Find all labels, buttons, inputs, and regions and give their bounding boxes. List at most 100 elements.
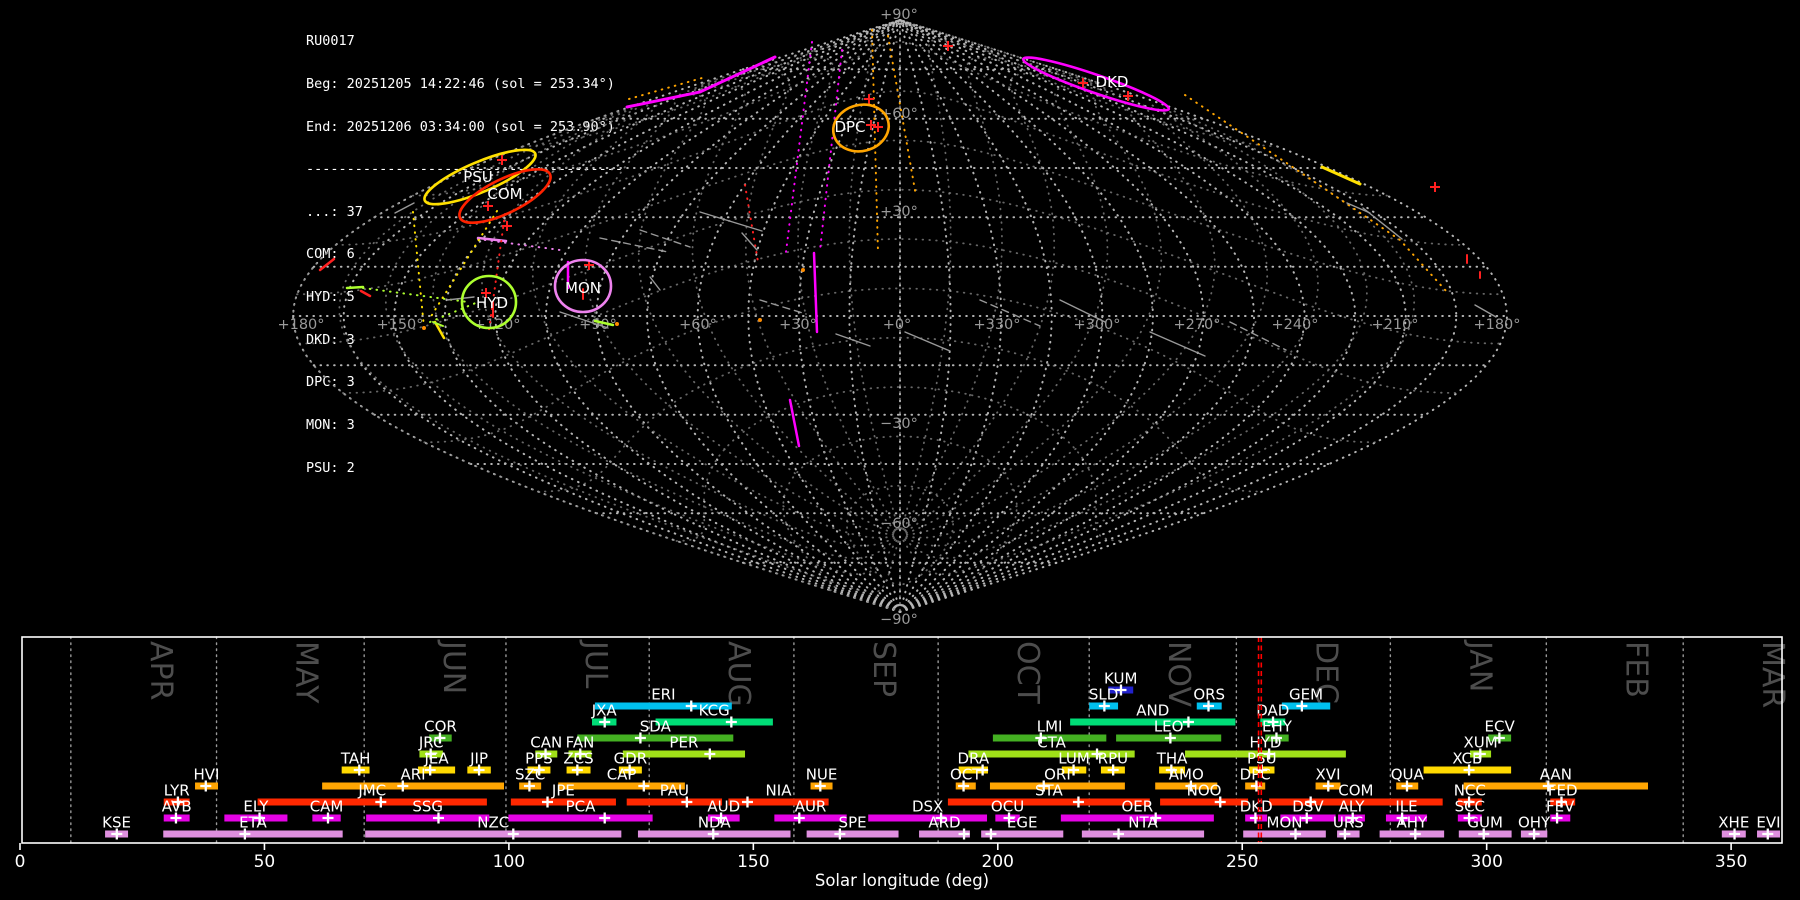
shower-activity-bar (577, 734, 734, 742)
shower-label: SDA (640, 718, 672, 736)
radiant-mon: MON (553, 258, 613, 314)
chart-frame (21, 636, 1783, 844)
radiant-label: MON (565, 279, 601, 297)
graticule2-meridian (584, 97, 895, 536)
shower-label: RPU (1098, 750, 1128, 768)
meteor-trail (759, 299, 807, 315)
meteor-trail (628, 77, 703, 100)
shower-label: NZC (477, 814, 509, 832)
shower-label: FEV (1546, 798, 1575, 816)
x-tick-label: 50 (254, 852, 276, 872)
meteor-trail (359, 289, 372, 298)
meteor-observation-report: RU0017 Beg: 20251205 14:22:46 (sol = 253… (0, 0, 1800, 900)
equator-longitude-label: +0° (883, 317, 912, 333)
month-label: AUG (721, 641, 756, 707)
shower-avb: AVB (162, 798, 192, 824)
shower-label: CAM (310, 798, 344, 816)
meteor-trail (412, 211, 425, 329)
shower-nda: NDA (637, 814, 791, 840)
activity-timeline: APR MAY JUN JUL AUG SEP OCT NOV DEC JAN FEB MARKUME… (15, 636, 1790, 890)
radiant-plus-marker (1123, 91, 1133, 101)
meteor-trail (835, 333, 871, 347)
shower-label: DPC (1240, 766, 1271, 784)
month-label: NOV (1161, 641, 1196, 708)
shower-label: JEA (423, 750, 449, 768)
shower-gum: GUM (1458, 814, 1512, 840)
radiant-plus-marker (1430, 182, 1440, 192)
shower-activity-bar (510, 798, 616, 806)
shower-label: KCG (699, 702, 730, 720)
shower-label: JMC (357, 782, 386, 800)
meteor-trail (318, 257, 336, 272)
shower-label: NIA (766, 782, 793, 800)
shower-activity-bar (322, 782, 505, 790)
equator-longitude-label: +60° (679, 317, 717, 333)
x-tick-label: 150 (737, 852, 769, 872)
shower-jip: JIP (467, 750, 491, 776)
month-label: JUL (578, 639, 613, 689)
month-label: JAN (1462, 639, 1497, 692)
shower-jxa: JXA (591, 702, 618, 728)
shower-peak-marker (599, 812, 611, 824)
latitude-label: +90° (880, 7, 918, 23)
shower-label: ARI (401, 766, 426, 784)
shower-label: JIP (469, 750, 488, 768)
shower-hvi: HVI (194, 766, 219, 792)
latitude-label: −90° (880, 612, 918, 628)
meteor-trail (788, 398, 801, 448)
shower-kse: KSE (102, 814, 131, 840)
shower-szc: SZC (515, 766, 545, 792)
shower-label: XVI (1316, 766, 1341, 784)
shower-urs: URS (1333, 814, 1364, 840)
equator-longitude-label: +300° (1073, 317, 1120, 333)
shower-label: AUR (795, 798, 827, 816)
shower-activity-bar (947, 798, 1150, 806)
radiant-plus-marker (864, 94, 874, 104)
shower-activity-bar (366, 814, 490, 822)
month-label: FEB (1618, 641, 1653, 698)
shower-activity-bar (365, 830, 622, 838)
shower-label: KSE (102, 814, 131, 832)
shower-xhe: XHE (1718, 814, 1749, 840)
shower-label: AVB (162, 798, 192, 816)
meteor-trail (1474, 304, 1497, 318)
meteor-trail (699, 211, 763, 232)
shower-label: JXA (591, 702, 618, 720)
shower-peak-marker (638, 780, 650, 792)
trail-end-dot (422, 326, 426, 330)
shower-label: TAH (340, 750, 371, 768)
shower-ors: ORS (1193, 686, 1225, 712)
shower-label: ETA (239, 814, 267, 832)
graticule2-meridian (902, 57, 1103, 531)
shower-label: PER (669, 734, 698, 752)
radiant-plus-marker (502, 221, 512, 231)
graticule2-meridian (902, 107, 1416, 576)
shower-label: EVI (1756, 814, 1780, 832)
shower-dpc: DPC (1240, 766, 1271, 792)
latitude-label: −30° (880, 416, 918, 432)
shower-ege: EGE (981, 814, 1064, 840)
shower-label: SLD (1089, 686, 1118, 704)
shower-cam: CAM (310, 798, 344, 824)
shower-label: ORS (1193, 686, 1225, 704)
shower-label: URS (1333, 814, 1364, 832)
shower-label: STA (1035, 782, 1064, 800)
shower-label: AHY (1397, 814, 1429, 832)
shower-peak-marker (1072, 796, 1084, 808)
shower-zcs: ZCS (563, 750, 594, 776)
radiant-label: HYD (476, 294, 508, 312)
shower-xvi: XVI (1316, 766, 1341, 792)
meteor-trail (744, 184, 759, 263)
shower-activity-bar (655, 718, 773, 726)
shower-activity-bar (1070, 718, 1236, 726)
shower-oct: OCT (950, 766, 982, 792)
equator-longitude-label: +180° (277, 317, 324, 333)
shower-label: NDA (698, 814, 732, 832)
shower-label: NUE (806, 766, 838, 784)
shower-activity-bar (257, 798, 487, 806)
shower-activity-bar (774, 814, 847, 822)
meteor-trail (1320, 165, 1362, 186)
shower-label: SSG (412, 798, 443, 816)
month-label: MAR (1755, 641, 1790, 708)
shower-label: QUA (1391, 766, 1425, 784)
